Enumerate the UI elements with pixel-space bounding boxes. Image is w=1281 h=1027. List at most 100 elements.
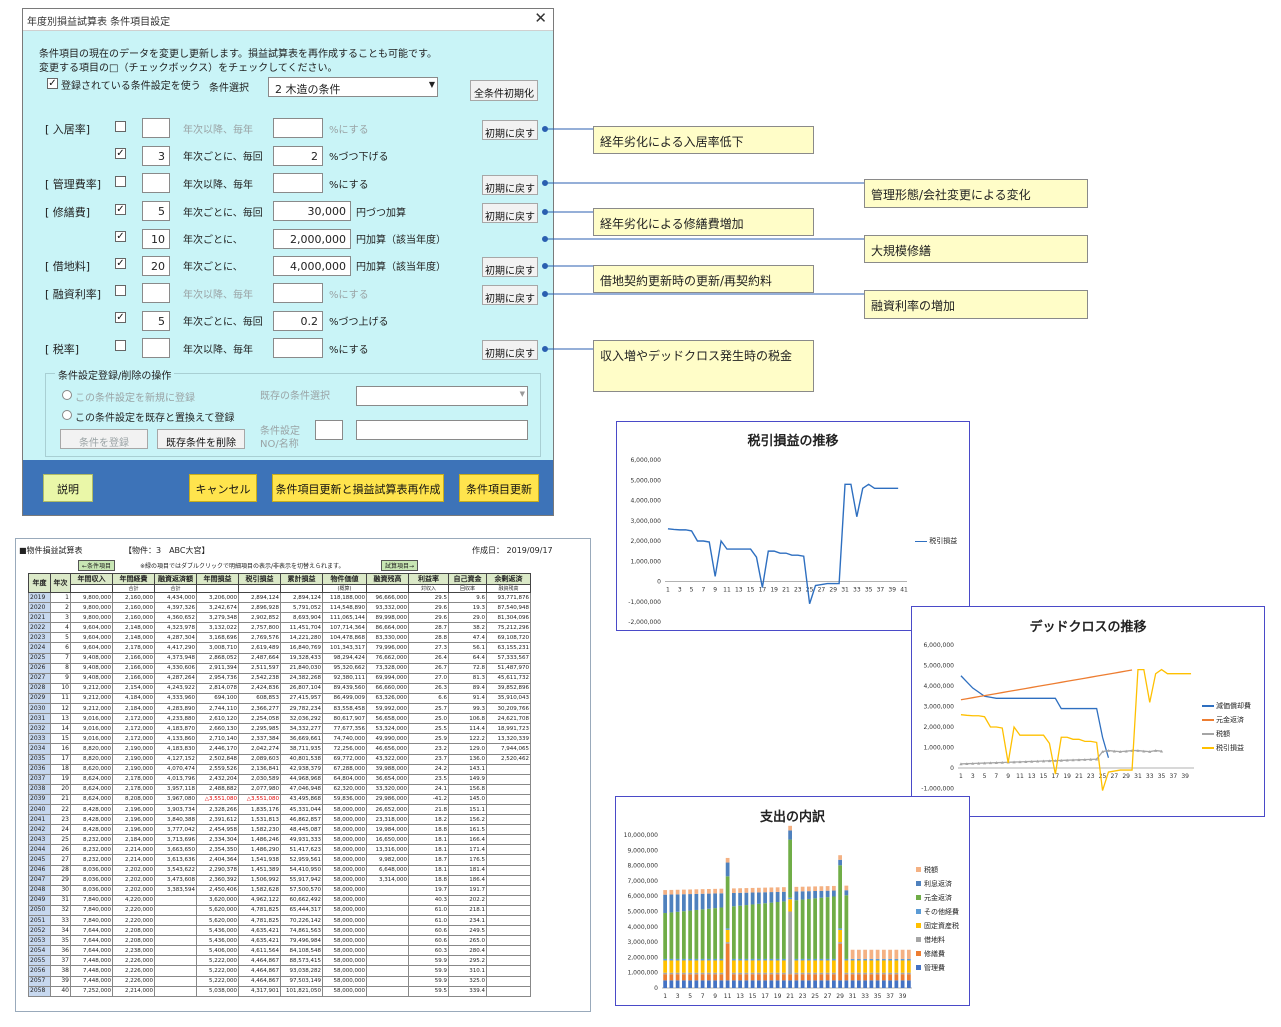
table-cell: 63,326,000 — [366, 692, 409, 705]
table-cell: 2,814,078 — [196, 682, 239, 694]
table-cell: 13,320,339 — [486, 733, 531, 745]
col-header: 税引損益 — [238, 573, 281, 585]
table-cell: 4,464,867 — [238, 955, 281, 967]
bar-segment — [900, 980, 905, 988]
table-cell — [366, 904, 409, 917]
table-cell: 2053 — [28, 935, 51, 947]
x-tick-label: 37 — [877, 587, 885, 594]
bar-segment — [807, 960, 811, 973]
table-cell: 4,611,564 — [238, 945, 281, 957]
x-tick-label: 5 — [690, 587, 694, 594]
table-cell: 4,283,890 — [154, 703, 197, 715]
legend-swatch-icon — [916, 881, 921, 886]
col-header: 物件価値 — [322, 573, 367, 585]
table-cell — [486, 773, 531, 785]
table-cell: 8,232,000 — [70, 844, 113, 856]
legend-swatch-icon — [916, 951, 921, 956]
table-cell: 72.8 — [448, 662, 487, 674]
table-cell: 2055 — [28, 955, 51, 967]
x-tick-label: 33 — [853, 587, 861, 594]
table-row: 2041 23 8,428,000 2,196,000 3,840,388 2,391,6… — [28, 814, 531, 826]
table-cell: 97,503,149 — [280, 975, 323, 987]
table-cell — [366, 894, 409, 906]
annotation-repair: 経年劣化による修繕費増加 — [593, 208, 814, 236]
table-cell: 2,360,392 — [196, 874, 239, 886]
table-cell: 35,910,043 — [486, 692, 531, 705]
bar-segment — [863, 949, 867, 959]
table-cell — [486, 904, 531, 917]
bar-segment — [832, 980, 836, 988]
legend-swatch-icon — [916, 923, 921, 928]
table-cell: 2,366,277 — [238, 703, 281, 715]
table-cell: 156.2 — [448, 814, 487, 826]
table-cell: 2,610,120 — [196, 713, 239, 725]
table-cell: 122.2 — [448, 733, 487, 745]
bar-segment — [800, 974, 805, 981]
bar-segment — [838, 855, 842, 860]
bar-segment — [675, 980, 680, 988]
table-cell: 23.7 — [408, 753, 449, 765]
table-cell — [154, 975, 197, 987]
bar-segment — [763, 974, 767, 981]
series-line — [960, 749, 1162, 765]
table-cell: 2,042,274 — [238, 743, 281, 755]
table-cell: 75,212,296 — [486, 622, 531, 634]
cond-item-link[interactable]: ←条件項目 — [78, 560, 116, 571]
table-cell: 70,226,142 — [280, 914, 323, 927]
bar-segment — [682, 911, 686, 959]
table-cell — [486, 985, 531, 997]
table-cell: 8,232,000 — [70, 854, 113, 866]
bar-segment — [675, 960, 680, 973]
bar-segment — [850, 960, 855, 973]
table-cell: 310.1 — [448, 965, 487, 977]
table-cell: 8,036,000 — [70, 864, 113, 876]
y-tick-label: -1,000,000 — [921, 786, 954, 793]
bar-segment — [719, 893, 724, 908]
table-cell: 9,212,000 — [70, 682, 113, 694]
table-cell: 49,990,000 — [366, 733, 409, 745]
legend-label: 修繕費 — [924, 950, 945, 958]
table-cell: 23.5 — [408, 773, 449, 785]
bar-segment — [888, 972, 892, 975]
table-cell: 2,432,204 — [196, 773, 239, 785]
bar-segment — [850, 974, 855, 981]
chart1-legend-label: 税引損益 — [929, 537, 958, 545]
y-tick-label: 4,000,000 — [627, 924, 658, 931]
table-cell: 2,196,000 — [112, 814, 155, 826]
x-tick-label: 9 — [1006, 773, 1010, 780]
table-cell: 107,714,364 — [322, 622, 367, 634]
bar-segment — [838, 980, 842, 988]
bar-segment — [763, 960, 767, 973]
bar-segment — [744, 980, 749, 988]
legend-label: 元金返済 — [1216, 716, 1244, 724]
table-cell: 2,166,000 — [112, 672, 155, 684]
bar-segment — [888, 958, 892, 961]
table-cell: 4,243,922 — [154, 682, 197, 694]
bar-segment — [675, 889, 680, 895]
table-cell: 38.2 — [448, 622, 487, 634]
table-cell: 2028 — [28, 682, 51, 694]
bar-segment — [869, 958, 874, 961]
table-cell — [366, 914, 409, 927]
bar-segment — [725, 929, 730, 943]
table-cell: 2057 — [28, 975, 51, 987]
trial-item-link[interactable]: 試算項目→ — [381, 560, 419, 571]
table-cell: 40 — [50, 985, 71, 997]
chart3-legend: 税額 利息返済 元金返済 その他経費 固定資産税 借地料 修繕費 管理費 — [916, 863, 959, 975]
bar-segment — [838, 859, 842, 866]
table-cell: 9,408,000 — [70, 662, 113, 674]
chart-dead-cross: デッドクロスの推移 6,000,000 5,000,000 4,000,000 3,0… — [911, 606, 1265, 817]
table-cell: 86,499,009 — [322, 692, 367, 705]
x-tick-label: 39 — [899, 993, 907, 1000]
table-cell: 34,332,277 — [280, 723, 323, 735]
table-cell: △3,551,080 — [238, 793, 281, 805]
table-cell: 2058 — [28, 985, 51, 997]
table-cell: 2,295,985 — [238, 723, 281, 735]
bar-segment — [907, 949, 911, 959]
table-cell: 9,800,000 — [70, 602, 113, 614]
bar-segment — [688, 974, 692, 981]
legend-item: 利息返済 — [916, 877, 959, 891]
x-tick-label: 7 — [701, 993, 705, 1000]
legend-swatch-icon — [916, 895, 921, 900]
table-cell: 53,324,000 — [366, 723, 409, 735]
